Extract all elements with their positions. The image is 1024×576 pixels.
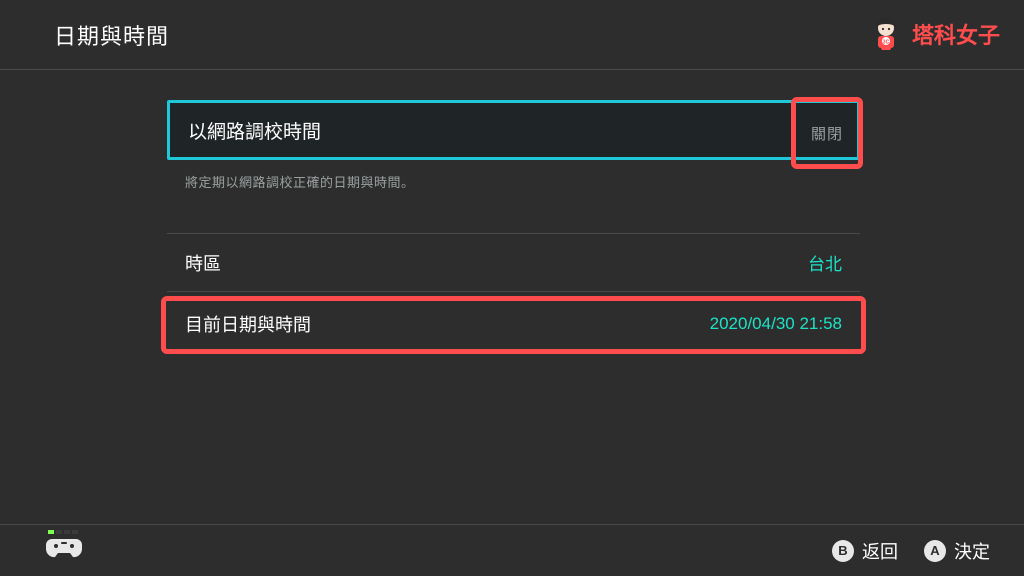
settings-panel: 以網路調校時間 關閉 將定期以網路調校正確的日期與時間。 時區 台北 目前日期與… <box>167 100 860 350</box>
footer-confirm-label: 決定 <box>954 538 990 564</box>
footer-back-label: 返回 <box>862 538 898 564</box>
svg-text:3C: 3C <box>883 40 890 46</box>
setting-current-datetime-value: 2020/04/30 21:58 <box>710 314 842 334</box>
setting-current-datetime-label: 目前日期與時間 <box>185 311 311 337</box>
footer-actions: B 返回 A 決定 <box>832 538 990 564</box>
b-button-icon: B <box>832 540 854 562</box>
setting-timezone[interactable]: 時區 台北 <box>167 234 860 292</box>
setting-sync-network-label: 以網路調校時間 <box>188 117 321 144</box>
setting-timezone-label: 時區 <box>185 250 221 276</box>
setting-sync-network-hint: 將定期以網路調校正確的日期與時間。 <box>185 172 860 191</box>
annotation-highlight-sync-value: 關閉 <box>791 97 863 169</box>
footer-back-button[interactable]: B 返回 <box>832 538 898 564</box>
a-button-icon: A <box>924 540 946 562</box>
footer-bar: B 返回 A 決定 <box>0 524 1024 576</box>
brand-logo: 3C 塔科女子 <box>866 14 1000 54</box>
brand-avatar-icon: 3C <box>866 14 906 54</box>
controller-icon <box>46 535 82 566</box>
setting-current-datetime-wrapper: 目前日期與時間 2020/04/30 21:58 <box>167 298 860 350</box>
page-title: 日期與時間 <box>54 19 169 51</box>
footer-confirm-button[interactable]: A 決定 <box>924 538 990 564</box>
brand-name: 塔科女子 <box>912 18 1000 50</box>
setting-timezone-value: 台北 <box>808 250 842 275</box>
header-bar: 日期與時間 3C 塔科女子 <box>0 0 1024 70</box>
setting-current-datetime[interactable]: 目前日期與時間 2020/04/30 21:58 <box>167 298 860 350</box>
setting-sync-network-value: 關閉 <box>811 123 843 144</box>
setting-sync-network[interactable]: 以網路調校時間 關閉 <box>167 100 860 160</box>
